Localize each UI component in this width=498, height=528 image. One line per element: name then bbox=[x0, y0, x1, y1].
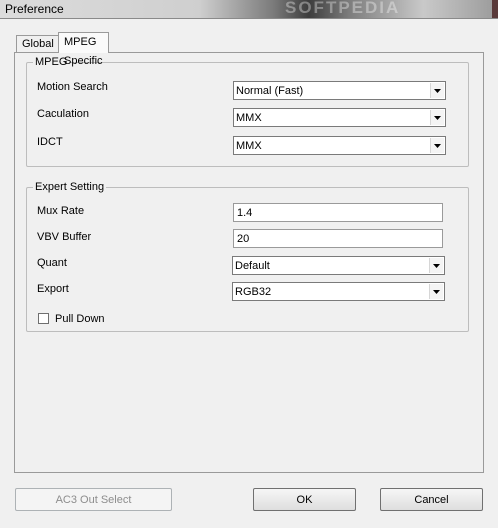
idct-label: IDCT bbox=[37, 136, 63, 148]
mux-rate-input[interactable]: 1.4 bbox=[233, 203, 443, 222]
tab-mpeg-specific[interactable]: MPEG Specific bbox=[58, 32, 109, 67]
chevron-down-icon[interactable] bbox=[429, 284, 443, 299]
export-value: RGB32 bbox=[235, 286, 272, 298]
vbv-buffer-value: 20 bbox=[237, 233, 250, 245]
ok-button[interactable]: OK bbox=[253, 488, 356, 511]
motion-search-label: Motion Search bbox=[37, 81, 108, 93]
window-title: Preference bbox=[5, 2, 64, 16]
chevron-down-icon[interactable] bbox=[430, 110, 444, 125]
ac3-out-select-button[interactable]: AC3 Out Select bbox=[15, 488, 172, 511]
expert-setting-legend: Expert Setting bbox=[33, 181, 107, 194]
quant-select[interactable]: Default bbox=[232, 256, 445, 275]
chevron-down-icon[interactable] bbox=[430, 138, 444, 153]
chevron-down-icon[interactable] bbox=[430, 83, 444, 98]
chevron-down-icon[interactable] bbox=[429, 258, 443, 273]
pull-down-checkbox[interactable] bbox=[38, 313, 49, 324]
vbv-buffer-label: VBV Buffer bbox=[37, 231, 92, 243]
quant-value: Default bbox=[235, 260, 270, 272]
quant-label: Quant bbox=[37, 257, 67, 269]
ac3-out-select-label: AC3 Out Select bbox=[55, 493, 132, 506]
cancel-button[interactable]: Cancel bbox=[380, 488, 483, 511]
caculation-label: Caculation bbox=[37, 108, 89, 120]
mux-rate-label: Mux Rate bbox=[37, 205, 85, 217]
close-button[interactable] bbox=[492, 0, 498, 18]
watermark: SOFTPEDIA bbox=[285, 0, 401, 17]
caculation-select[interactable]: MMX bbox=[233, 108, 446, 127]
vbv-buffer-input[interactable]: 20 bbox=[233, 229, 443, 248]
tab-global[interactable]: Global bbox=[16, 35, 60, 53]
export-label: Export bbox=[37, 283, 69, 295]
idct-value: MMX bbox=[236, 140, 262, 152]
ok-label: OK bbox=[296, 493, 313, 506]
export-select[interactable]: RGB32 bbox=[232, 282, 445, 301]
caculation-value: MMX bbox=[236, 112, 262, 124]
idct-select[interactable]: MMX bbox=[233, 136, 446, 155]
motion-search-value: Normal (Fast) bbox=[236, 85, 304, 97]
mux-rate-value: 1.4 bbox=[237, 207, 253, 219]
motion-search-select[interactable]: Normal (Fast) bbox=[233, 81, 446, 100]
pull-down-label[interactable]: Pull Down bbox=[55, 313, 105, 325]
title-bar: Preference SOFTPEDIA bbox=[0, 0, 498, 19]
cancel-label: Cancel bbox=[414, 493, 449, 506]
